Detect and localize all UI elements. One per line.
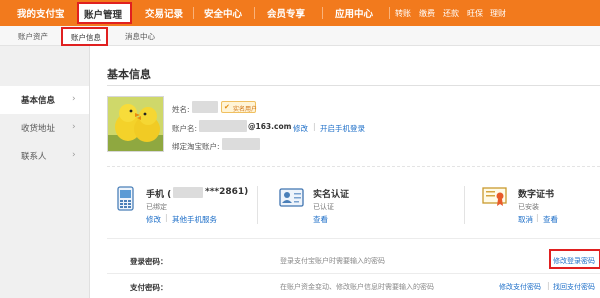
other-phone-services-link[interactable]: 其他手机服务 [172, 214, 217, 225]
cancel-cert-link[interactable]: 取消 [518, 214, 533, 225]
phone-card-title: 手机 ( [146, 190, 172, 200]
tab-account-assets[interactable]: 账户资产 [18, 31, 48, 42]
nav-account-management-label: 账户管理 [84, 10, 123, 21]
quick-link-bills[interactable]: 缴费 [419, 8, 435, 19]
title-divider [107, 85, 600, 86]
avatar[interactable] [107, 96, 164, 152]
page-title: 基本信息 [107, 68, 151, 81]
row-divider [107, 238, 600, 239]
login-password-desc: 登录支付宝账户时需要输入的密码 [280, 257, 385, 265]
phone-number-redacted [173, 187, 203, 198]
login-password-label: 登录密码： [130, 257, 168, 266]
tab-message-center[interactable]: 消息中心 [125, 31, 155, 42]
card-divider [257, 186, 258, 224]
enable-phone-login-link[interactable]: 开启手机登录 [320, 123, 365, 134]
nav-security-center[interactable]: 安全中心 [204, 6, 242, 20]
nav-divider [254, 7, 255, 19]
chevron-right-icon: › [72, 94, 76, 104]
row-divider [107, 273, 600, 274]
sidebar-item-contacts[interactable]: 联系人 › [0, 142, 89, 170]
avatar-chicks-image [108, 97, 163, 151]
view-cert-link[interactable]: 查看 [543, 214, 558, 225]
edit-phone-link[interactable]: 修改 [146, 214, 161, 225]
name-value-redacted [192, 101, 218, 113]
tab-account-info[interactable]: 账户信息 [61, 27, 108, 46]
change-login-password-link[interactable]: 修改登录密码 [553, 256, 595, 266]
account-name-label: 账户名: [172, 124, 198, 133]
chevron-right-icon: › [72, 150, 76, 160]
id-card-icon [279, 188, 304, 209]
verified-badge: ✔ 实名用户 [221, 101, 258, 113]
taobao-account-redacted [222, 138, 260, 150]
sidebar-item-shipping-address[interactable]: 收货地址 › [0, 114, 89, 142]
taobao-account-label: 绑定淘宝账户: [172, 142, 220, 151]
account-email-suffix: @163.com [248, 122, 292, 131]
nav-divider [193, 7, 194, 19]
digital-cert-card-title: 数字证书 [518, 190, 555, 200]
sub-nav-bar: 账户资产 账户信息 消息中心 [0, 26, 600, 46]
nav-app-center[interactable]: 应用中心 [335, 6, 373, 20]
sidebar-item-basic-info[interactable]: 基本信息 › [0, 86, 89, 114]
phone-number-masked: ***2861) [205, 187, 249, 197]
nav-transactions[interactable]: 交易记录 [145, 6, 183, 20]
payment-password-desc: 在账户资金变动、修改账户信息时需要输入的密码 [280, 283, 434, 291]
view-real-name-link[interactable]: 查看 [313, 214, 328, 225]
link-divider: | [547, 281, 550, 290]
chevron-right-icon: › [72, 122, 76, 132]
link-divider: | [536, 213, 539, 222]
section-divider [107, 166, 600, 167]
real-name-card-title: 实名认证 [313, 190, 350, 200]
verified-badge-label: 实名用户 [233, 106, 258, 113]
account-name-redacted [199, 120, 247, 132]
name-label: 姓名: [172, 105, 190, 114]
quick-link-insurance[interactable]: 旺保 [467, 8, 483, 19]
top-nav-bar: 我的支付宝 账户管理 交易记录 安全中心 会员专享 应用中心 转账 缴费 还款 … [0, 0, 600, 26]
link-divider: | [313, 122, 316, 131]
edit-account-link[interactable]: 修改 [293, 123, 308, 134]
payment-password-label: 支付密码： [130, 283, 168, 292]
card-divider [464, 186, 465, 224]
digital-cert-status: 已安装 [518, 203, 539, 211]
recover-payment-password-link[interactable]: 找回支付密码 [553, 282, 595, 292]
real-name-status: 已认证 [313, 203, 334, 211]
nav-my-alipay[interactable]: 我的支付宝 [17, 6, 65, 20]
nav-account-management[interactable]: 账户管理 [77, 2, 132, 24]
phone-status: 已绑定 [146, 203, 167, 211]
sidebar-item-label: 基本信息 [21, 96, 56, 106]
change-payment-password-link[interactable]: 修改支付密码 [499, 282, 541, 292]
quick-link-repay[interactable]: 还款 [443, 8, 459, 19]
nav-divider [389, 7, 390, 19]
sidebar-item-label: 联系人 [21, 152, 47, 162]
nav-divider [322, 7, 323, 19]
certificate-icon [482, 187, 507, 209]
tab-account-info-label: 账户信息 [71, 33, 101, 42]
sidebar: 基本信息 › 收货地址 › 联系人 › [0, 46, 90, 298]
link-divider: | [165, 213, 168, 222]
verified-check-icon: ✔ [224, 103, 230, 111]
quick-link-finance[interactable]: 理财 [490, 8, 506, 19]
quick-link-transfer[interactable]: 转账 [395, 8, 411, 19]
mobile-phone-icon [117, 186, 134, 213]
nav-member[interactable]: 会员专享 [267, 6, 305, 20]
sidebar-item-label: 收货地址 [21, 124, 56, 134]
